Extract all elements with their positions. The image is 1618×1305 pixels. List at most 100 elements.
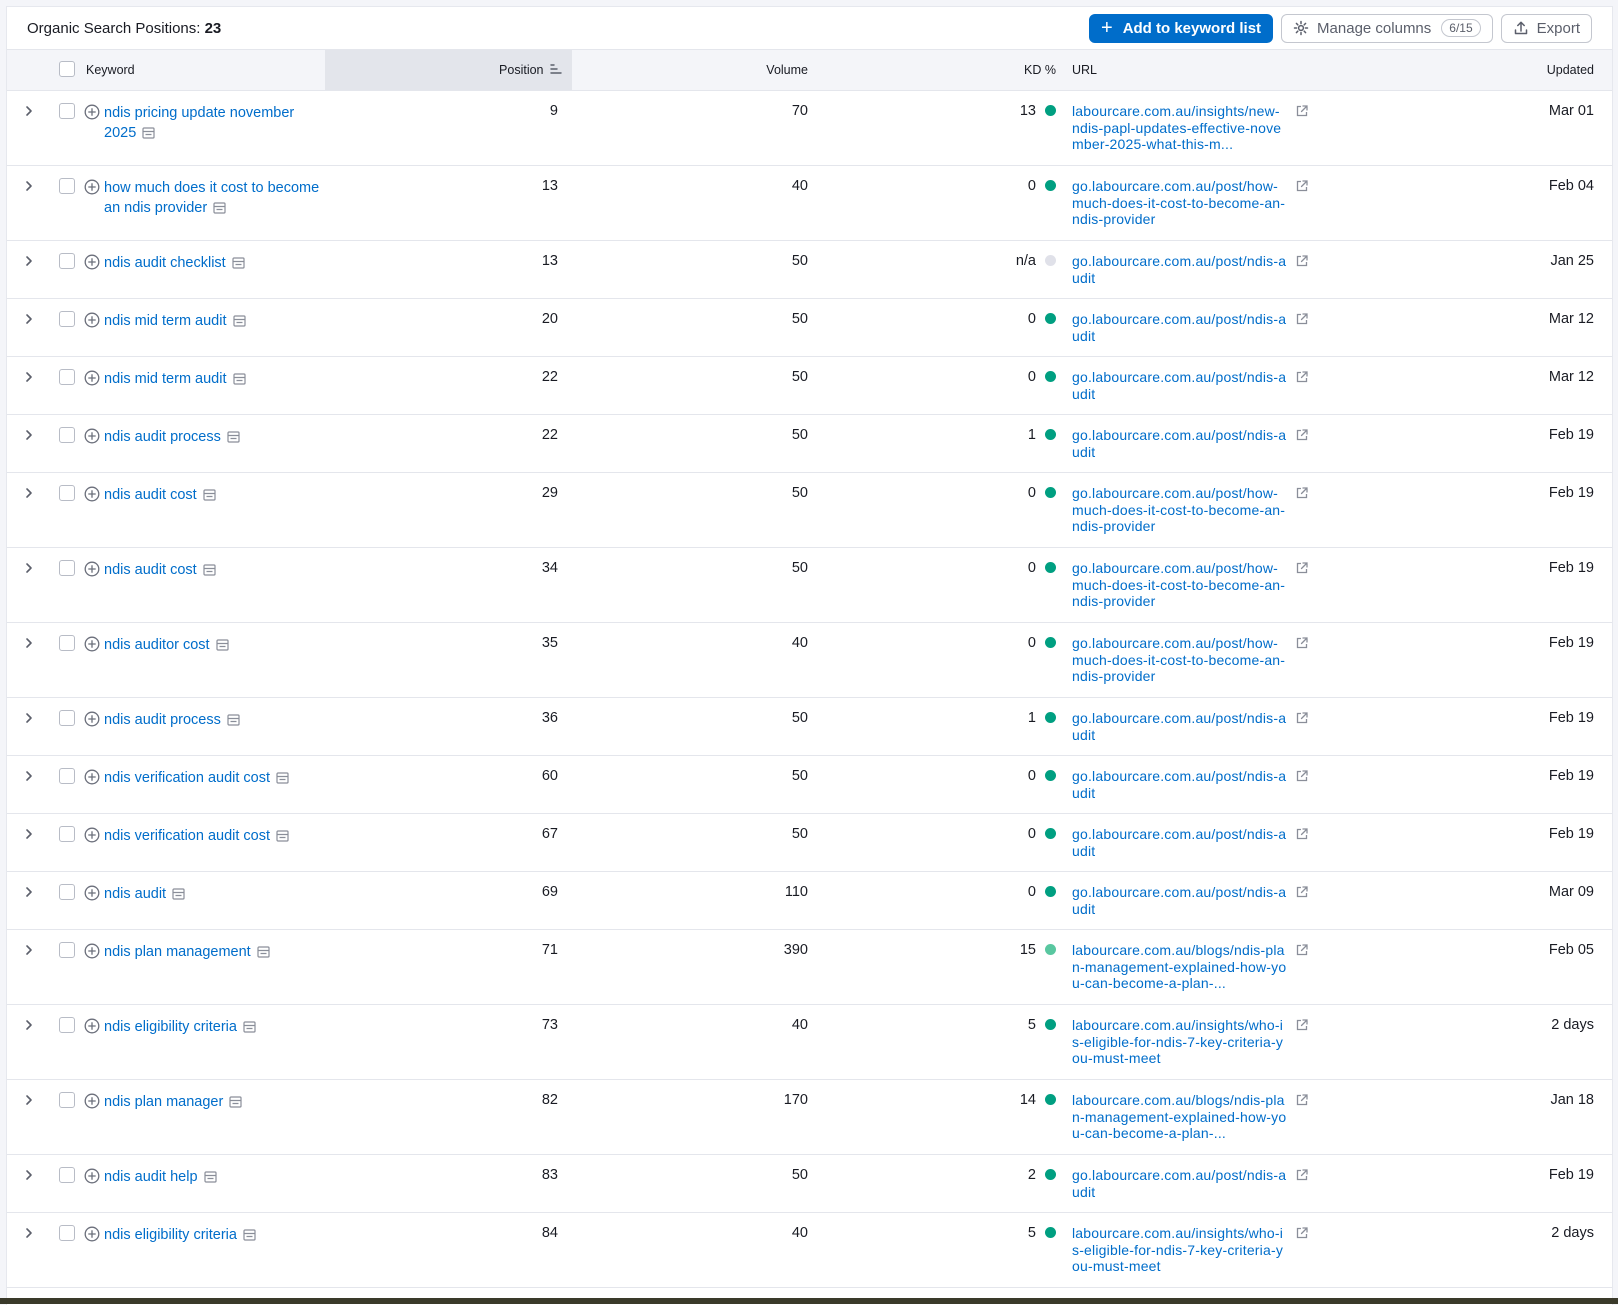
expand-row-chevron[interactable] <box>24 886 34 902</box>
expand-row-chevron[interactable] <box>24 255 34 271</box>
expand-row-chevron[interactable] <box>24 1169 34 1185</box>
external-link-icon[interactable] <box>1295 104 1309 118</box>
keyword-link[interactable]: ndis verification audit cost <box>104 768 289 788</box>
add-to-keyword-list-button[interactable]: + Add to keyword list <box>1089 13 1274 43</box>
external-link-icon[interactable] <box>1295 370 1309 384</box>
url-link[interactable]: go.labourcare.com.au/post/ndis-audit <box>1072 710 1287 743</box>
serp-snapshot-icon[interactable] <box>257 946 270 958</box>
url-link[interactable]: labourcare.com.au/blogs/ndis-plan-manage… <box>1072 1092 1287 1142</box>
expand-row-chevron[interactable] <box>24 1094 34 1110</box>
url-link[interactable]: go.labourcare.com.au/post/ndis-audit <box>1072 768 1287 801</box>
url-link[interactable]: go.labourcare.com.au/post/ndis-audit <box>1072 311 1287 344</box>
expand-row-chevron[interactable] <box>24 562 34 578</box>
add-circle-icon[interactable] <box>84 1018 100 1034</box>
serp-snapshot-icon[interactable] <box>227 714 240 726</box>
column-volume[interactable]: Volume <box>572 50 820 91</box>
external-link-icon[interactable] <box>1295 636 1309 650</box>
keyword-link[interactable]: ndis audit cost <box>104 485 216 505</box>
url-link[interactable]: go.labourcare.com.au/post/ndis-audit <box>1072 369 1287 402</box>
expand-row-chevron[interactable] <box>24 1019 34 1035</box>
serp-snapshot-icon[interactable] <box>243 1021 256 1033</box>
row-checkbox[interactable] <box>59 1225 75 1241</box>
column-updated[interactable]: Updated <box>1320 50 1612 91</box>
keyword-link[interactable]: ndis auditor cost <box>104 635 229 655</box>
expand-row-chevron[interactable] <box>24 105 34 121</box>
serp-snapshot-icon[interactable] <box>203 1171 217 1183</box>
url-link[interactable]: go.labourcare.com.au/post/ndis-audit <box>1072 826 1287 859</box>
add-circle-icon[interactable] <box>84 1168 100 1184</box>
row-checkbox[interactable] <box>59 560 75 576</box>
row-checkbox[interactable] <box>59 103 75 119</box>
serp-snapshot-icon[interactable] <box>243 1229 256 1241</box>
url-link[interactable]: go.labourcare.com.au/post/ndis-audit <box>1072 884 1287 917</box>
row-checkbox[interactable] <box>59 768 75 784</box>
add-circle-icon[interactable] <box>84 312 100 328</box>
external-link-icon[interactable] <box>1295 428 1309 442</box>
external-link-icon[interactable] <box>1295 885 1309 899</box>
url-link[interactable]: labourcare.com.au/insights/new-ndis-papl… <box>1072 103 1287 153</box>
serp-snapshot-icon[interactable] <box>142 127 155 139</box>
url-link[interactable]: go.labourcare.com.au/post/how-much-does-… <box>1072 485 1287 535</box>
expand-row-chevron[interactable] <box>24 712 34 728</box>
expand-row-chevron[interactable] <box>24 637 34 653</box>
serp-snapshot-icon[interactable] <box>172 888 185 900</box>
serp-snapshot-icon[interactable] <box>232 257 245 269</box>
keyword-link[interactable]: ndis audit help <box>104 1167 217 1187</box>
serp-snapshot-icon[interactable] <box>232 373 246 385</box>
row-checkbox[interactable] <box>59 369 75 385</box>
url-link[interactable]: go.labourcare.com.au/post/how-much-does-… <box>1072 635 1287 685</box>
url-link[interactable]: go.labourcare.com.au/post/how-much-does-… <box>1072 560 1287 610</box>
external-link-icon[interactable] <box>1295 943 1309 957</box>
serp-snapshot-icon[interactable] <box>203 564 216 576</box>
external-link-icon[interactable] <box>1295 1226 1309 1240</box>
row-checkbox[interactable] <box>59 1017 75 1033</box>
url-link[interactable]: labourcare.com.au/blogs/ndis-plan-manage… <box>1072 942 1287 992</box>
url-link[interactable]: go.labourcare.com.au/post/ndis-audit <box>1072 253 1287 286</box>
serp-snapshot-icon[interactable] <box>215 639 229 651</box>
row-checkbox[interactable] <box>59 635 75 651</box>
external-link-icon[interactable] <box>1295 486 1309 500</box>
external-link-icon[interactable] <box>1295 711 1309 725</box>
add-circle-icon[interactable] <box>84 104 100 120</box>
expand-row-chevron[interactable] <box>24 770 34 786</box>
external-link-icon[interactable] <box>1295 179 1309 193</box>
expand-row-chevron[interactable] <box>24 313 34 329</box>
add-circle-icon[interactable] <box>84 561 100 577</box>
row-checkbox[interactable] <box>59 884 75 900</box>
select-all-checkbox[interactable] <box>59 60 75 77</box>
url-link[interactable]: labourcare.com.au/insights/who-is-eligib… <box>1072 1225 1287 1275</box>
row-checkbox[interactable] <box>59 942 75 958</box>
url-link[interactable]: go.labourcare.com.au/post/ndis-audit <box>1072 427 1287 460</box>
column-kd[interactable]: KD % <box>820 50 1056 91</box>
external-link-icon[interactable] <box>1295 827 1309 841</box>
keyword-link[interactable]: ndis audit process <box>104 710 240 730</box>
add-circle-icon[interactable] <box>84 428 100 444</box>
expand-row-chevron[interactable] <box>24 429 34 445</box>
export-button[interactable]: Export <box>1500 13 1592 43</box>
keyword-link[interactable]: ndis mid term audit <box>104 369 246 389</box>
serp-snapshot-icon[interactable] <box>229 1096 242 1108</box>
external-link-icon[interactable] <box>1295 1168 1309 1182</box>
add-circle-icon[interactable] <box>84 943 100 959</box>
add-circle-icon[interactable] <box>84 1226 100 1242</box>
row-checkbox[interactable] <box>59 1167 75 1183</box>
url-link[interactable]: go.labourcare.com.au/post/how-much-does-… <box>1072 178 1287 228</box>
external-link-icon[interactable] <box>1295 1018 1309 1032</box>
url-link[interactable]: go.labourcare.com.au/post/ndis-audit <box>1072 1167 1287 1200</box>
keyword-link[interactable]: ndis audit process <box>104 427 240 447</box>
serp-snapshot-icon[interactable] <box>232 315 246 327</box>
add-circle-icon[interactable] <box>84 885 100 901</box>
keyword-link[interactable]: ndis audit <box>104 884 185 904</box>
serp-snapshot-icon[interactable] <box>213 202 226 214</box>
manage-columns-button[interactable]: Manage columns 6/15 <box>1281 13 1493 43</box>
expand-row-chevron[interactable] <box>24 944 34 960</box>
add-circle-icon[interactable] <box>84 370 100 386</box>
column-position[interactable]: Position <box>325 50 572 91</box>
column-keyword[interactable]: Keyword <box>84 50 325 91</box>
expand-row-chevron[interactable] <box>24 1227 34 1243</box>
add-circle-icon[interactable] <box>84 636 100 652</box>
serp-snapshot-icon[interactable] <box>203 489 216 501</box>
keyword-link[interactable]: ndis eligibility criteria <box>104 1225 256 1245</box>
url-link[interactable]: labourcare.com.au/insights/who-is-eligib… <box>1072 1017 1287 1067</box>
serp-snapshot-icon[interactable] <box>227 431 240 443</box>
